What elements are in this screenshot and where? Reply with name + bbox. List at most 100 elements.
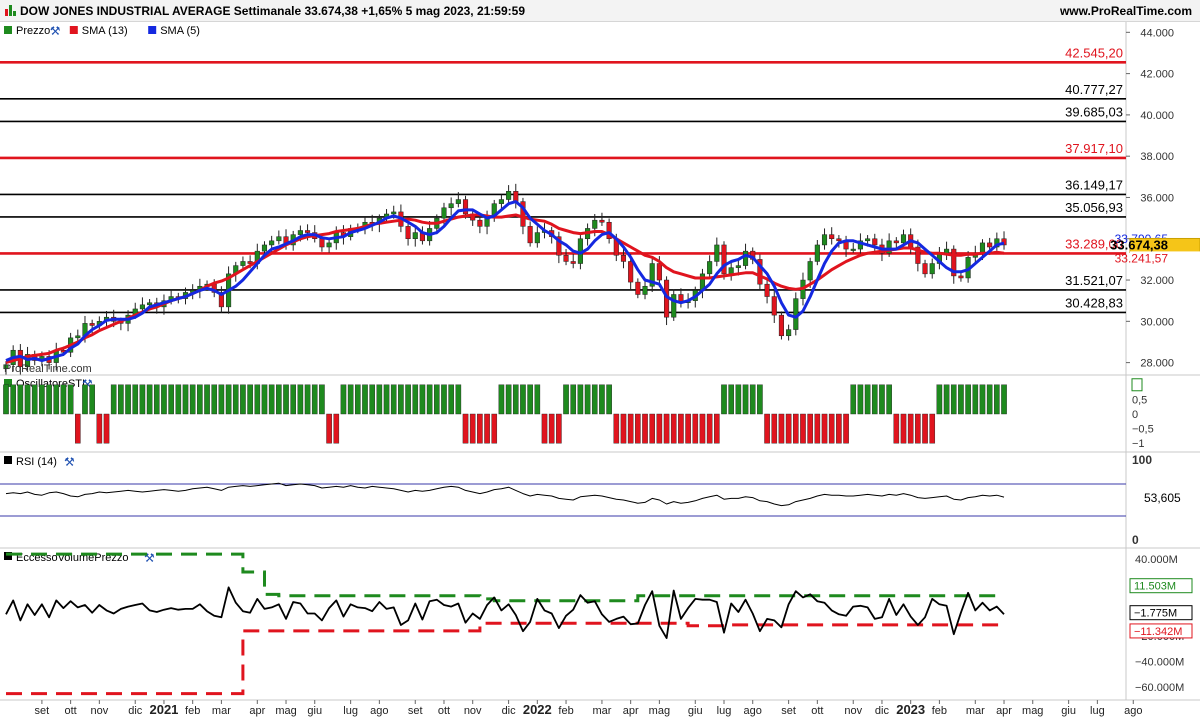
sti-bar [714, 413, 720, 444]
sti-bar [871, 384, 878, 415]
sti-bar [620, 413, 627, 444]
rsi-last-label: 53,605 [1144, 491, 1181, 505]
candle-body [786, 329, 792, 337]
price-level-label: 40.777,27 [1065, 82, 1123, 97]
sti-bar [125, 384, 131, 415]
price-tick-label: 30.000 [1140, 316, 1174, 328]
sti-bar [972, 384, 979, 415]
candle-body [850, 248, 856, 251]
candle-body [477, 219, 483, 227]
sti-bar [355, 384, 361, 415]
wrench-icon[interactable]: ⚒ [50, 24, 61, 38]
sti-bar [283, 384, 289, 415]
sti-tick-label: 0 [1132, 409, 1138, 421]
price-tick-label: 28.000 [1140, 358, 1174, 370]
candle-body [642, 285, 648, 295]
sti-bar [326, 413, 332, 444]
sti-bar [469, 413, 476, 444]
x-axis-label: dic [502, 705, 517, 717]
chart-canvas[interactable]: 44.00042.00040.00038.00036.00034.00032.0… [0, 0, 1200, 720]
candle-body [764, 283, 770, 297]
candle-body [958, 275, 964, 279]
candle-body [506, 191, 512, 200]
x-axis-label: ott [438, 705, 450, 717]
sti-bar [462, 413, 469, 444]
volume-upper-band [6, 552, 1004, 603]
sti-bar [994, 384, 1000, 415]
sti-bar [419, 384, 426, 415]
wrench-icon[interactable]: ⚒ [64, 455, 75, 469]
candle-body [498, 199, 504, 204]
sti-bar [53, 384, 60, 415]
sti-bar [455, 384, 462, 415]
legend-candle-icon [4, 26, 12, 34]
sti-bar [721, 384, 727, 415]
sti-bar [570, 384, 577, 415]
x-axis-label: nov [90, 705, 108, 717]
sti-bar [46, 384, 52, 415]
sti-bar [254, 384, 261, 415]
candle-body [391, 211, 397, 215]
price-level-label: 35.056,93 [1065, 200, 1123, 215]
sti-bar [225, 384, 232, 415]
sti-tick-label: 0,5 [1132, 394, 1147, 406]
sti-bar [168, 384, 174, 415]
sti-bar [74, 413, 81, 444]
candle-body [305, 230, 311, 233]
candle-body [742, 250, 749, 266]
sti-bar [340, 384, 347, 415]
sti-bar [240, 384, 246, 415]
sti-bar [110, 384, 117, 415]
sti-bar [412, 384, 419, 415]
candle-body [814, 244, 820, 262]
price-level-label: 36.149,17 [1065, 177, 1123, 192]
volume-marker-label: −11.342M [1134, 626, 1182, 638]
sti-bar [943, 384, 950, 415]
candle-body [297, 230, 303, 235]
sti-bar [218, 384, 225, 415]
sti-bar [232, 384, 239, 415]
x-axis-label: mag [275, 705, 296, 717]
candle-body [592, 219, 598, 229]
sti-bar [915, 413, 921, 444]
sti-bar [89, 384, 95, 415]
volume-tick-label: −60.000M [1135, 682, 1184, 694]
sti-bar [541, 413, 548, 444]
price-level-label: 31.521,07 [1065, 273, 1123, 288]
sti-bar [189, 384, 196, 415]
sti-last-marker [1131, 378, 1143, 392]
sti-bar [247, 384, 253, 415]
x-axis-label: mag [649, 705, 670, 717]
candle-body [979, 242, 986, 254]
candle-body [671, 294, 677, 318]
candle-body [261, 244, 268, 252]
rsi-line [5, 482, 1005, 507]
x-axis-label: 2021 [149, 702, 178, 717]
candle-body [922, 263, 928, 275]
candle-body [527, 226, 533, 244]
candle-body [620, 255, 627, 262]
sti-bar [685, 413, 691, 444]
watermark: ProRealTime.com [4, 363, 92, 375]
x-axis-label: giu [1061, 705, 1076, 717]
sti-bar [577, 384, 584, 415]
sti-bar [67, 384, 74, 415]
sti-bar [793, 413, 799, 444]
candle-body [513, 191, 519, 202]
candle-body [75, 335, 81, 339]
sti-bar [477, 413, 483, 444]
candle-body [462, 199, 469, 215]
sti-bar [448, 384, 454, 415]
sti-bar [850, 384, 857, 415]
sti-tick-label: −0,5 [1132, 424, 1154, 436]
sti-bar [182, 384, 189, 415]
candle-body [319, 238, 325, 248]
volume-tick-label: −40.000M [1135, 657, 1184, 669]
sti-bar [649, 413, 655, 444]
candle-body [987, 242, 993, 248]
price-tick-label: 32.000 [1140, 275, 1174, 287]
sti-bar [60, 384, 67, 415]
sti-bar [843, 413, 849, 444]
sti-bar [146, 384, 153, 415]
sti-bar [879, 384, 885, 415]
